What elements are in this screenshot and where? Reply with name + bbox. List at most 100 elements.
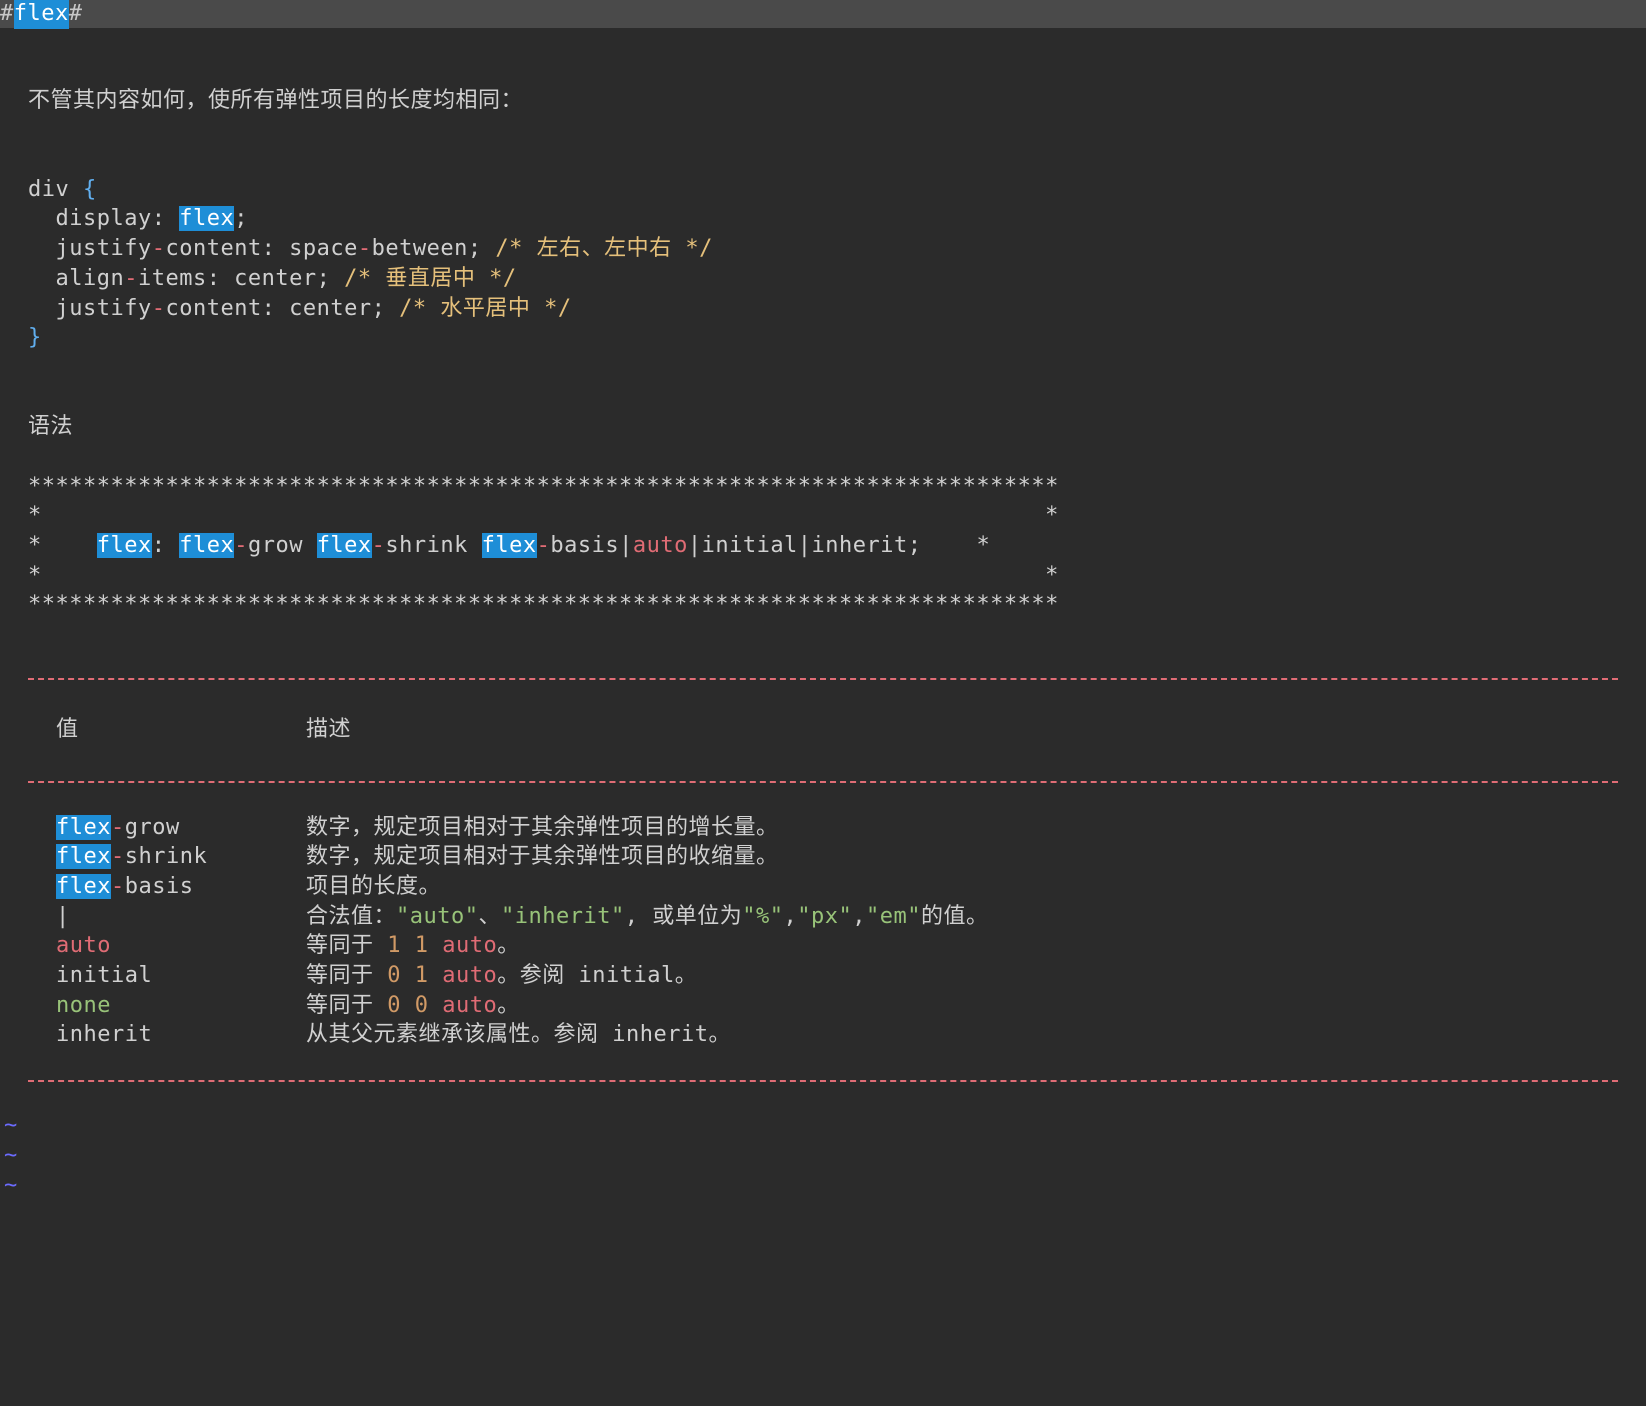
text <box>429 933 443 958</box>
code-text: items: center; <box>138 266 344 291</box>
code-text: basis <box>550 533 619 558</box>
intro-text: 不管其内容如何，使所有弹性项目的长度均相同： <box>28 88 523 113</box>
value-cell: flex-grow <box>28 813 306 843</box>
comment: /* 垂直居中 */ <box>344 266 516 291</box>
text: 等同于 <box>306 963 387 988</box>
code-text: ; <box>234 206 248 231</box>
header-value: 值 <box>28 715 306 745</box>
desc-cell: 项目的长度。 <box>306 872 1618 902</box>
code-text: content: space <box>165 236 357 261</box>
text <box>429 993 443 1018</box>
editor-content[interactable]: 不管其内容如何，使所有弹性项目的长度均相同： div { display: fl… <box>0 28 1646 620</box>
vim-tilde-lines: ~~~ <box>0 1111 1646 1200</box>
code-text: content: center; <box>165 296 399 321</box>
table-divider <box>28 781 1618 783</box>
text: 、 <box>479 904 502 929</box>
syntax-label: 语法 <box>28 414 73 439</box>
flex-keyword: flex <box>179 533 234 558</box>
value-cell: inherit <box>28 1020 306 1050</box>
red-text: auto <box>442 993 497 1018</box>
table-row: | 合法值："auto"、"inherit", 或单位为"%","px","em"… <box>28 902 1618 932</box>
number: 1 1 <box>387 933 428 958</box>
red-text: auto <box>442 963 497 988</box>
code-text: shrink <box>385 533 481 558</box>
text: 从其父元素继承该属性。参阅 inherit。 <box>306 1022 731 1047</box>
string: "em" <box>866 904 921 929</box>
desc-cell: 等同于 0 0 auto。 <box>306 991 1618 1021</box>
header-desc: 描述 <box>306 715 1618 745</box>
text: , <box>852 904 866 929</box>
text: shrink <box>125 844 207 869</box>
desc-cell: 合法值："auto"、"inherit", 或单位为"%","px","em"的… <box>306 902 1618 932</box>
code-text: between; <box>372 236 496 261</box>
text: initial <box>56 963 152 988</box>
value-table: 值 描述 flex-grow数字，规定项目相对于其余弹性项目的增长量。flex-… <box>0 648 1646 1111</box>
code-line: div <box>28 177 83 202</box>
table-row: flex-basis项目的长度。 <box>28 872 1618 902</box>
box-border: ****************************************… <box>28 474 1059 499</box>
text: | <box>56 904 70 929</box>
table-row: initial等同于 0 1 auto。参阅 initial。 <box>28 961 1618 991</box>
number: 0 0 <box>387 993 428 1018</box>
dash: - <box>537 533 551 558</box>
code-line: align <box>28 266 124 291</box>
table-row: none 等同于 0 0 auto。 <box>28 991 1618 1021</box>
comment: /* 水平居中 */ <box>399 296 571 321</box>
desc-cell: 从其父元素继承该属性。参阅 inherit。 <box>306 1020 1618 1050</box>
flex-keyword: flex <box>97 533 152 558</box>
code-line: display: <box>28 206 179 231</box>
desc-cell: 数字，规定项目相对于其余弹性项目的增长量。 <box>306 813 1618 843</box>
text: 合法值： <box>306 904 396 929</box>
text: , <box>783 904 797 929</box>
hash-icon: # <box>69 0 83 29</box>
text <box>429 963 443 988</box>
brace-open: { <box>83 177 97 202</box>
box-line: * <box>28 533 97 558</box>
table-header: 值 描述 <box>28 709 1618 751</box>
red-text: - <box>111 815 125 840</box>
pipe: | <box>619 533 633 558</box>
value-cell: flex-basis <box>28 872 306 902</box>
desc-cell: 数字，规定项目相对于其余弹性项目的收缩量。 <box>306 842 1618 872</box>
box-border: * * <box>28 563 1059 588</box>
table-row: inherit 从其父元素继承该属性。参阅 inherit。 <box>28 1020 1618 1050</box>
value-cell: initial <box>28 961 306 991</box>
green-text: none <box>56 993 111 1018</box>
brace-close: } <box>28 325 42 350</box>
string: "auto" <box>396 904 478 929</box>
red-text: - <box>111 874 125 899</box>
text: 数字，规定项目相对于其余弹性项目的增长量。 <box>306 815 779 840</box>
desc-cell: 等同于 1 1 auto。 <box>306 931 1618 961</box>
dash: - <box>372 533 386 558</box>
text: inherit <box>56 1022 152 1047</box>
value-cell: | <box>28 902 306 932</box>
flex-keyword: flex <box>317 533 372 558</box>
value-cell: none <box>28 991 306 1021</box>
code-line: justify <box>28 296 152 321</box>
dash: - <box>152 296 166 321</box>
table-row: auto等同于 1 1 auto。 <box>28 931 1618 961</box>
code-text: grow <box>248 533 317 558</box>
text: 数字，规定项目相对于其余弹性项目的收缩量。 <box>306 844 779 869</box>
table-divider <box>28 1080 1618 1082</box>
code-text: |initial|inherit; * <box>688 533 990 558</box>
tilde-line: ~ <box>4 1171 1642 1201</box>
text: 等同于 <box>306 933 387 958</box>
text: 。 <box>497 993 520 1018</box>
table-row: flex-shrink 数字，规定项目相对于其余弹性项目的收缩量。 <box>28 842 1618 872</box>
text: 等同于 <box>306 993 387 1018</box>
string: "px" <box>797 904 852 929</box>
tilde-line: ~ <box>4 1141 1642 1171</box>
dash: - <box>124 266 138 291</box>
string: "inherit" <box>501 904 625 929</box>
code-line: justify <box>28 236 152 261</box>
text: , 或单位为 <box>625 904 743 929</box>
red-text: - <box>111 844 125 869</box>
text: 项目的长度。 <box>306 874 441 899</box>
red-text: auto <box>442 933 497 958</box>
title-word: flex <box>14 0 69 29</box>
flex-keyword: flex <box>56 844 111 869</box>
comment: /* 左右、左中右 */ <box>495 236 712 261</box>
table-row: flex-grow数字，规定项目相对于其余弹性项目的增长量。 <box>28 813 1618 843</box>
text: 。参阅 initial。 <box>497 963 697 988</box>
